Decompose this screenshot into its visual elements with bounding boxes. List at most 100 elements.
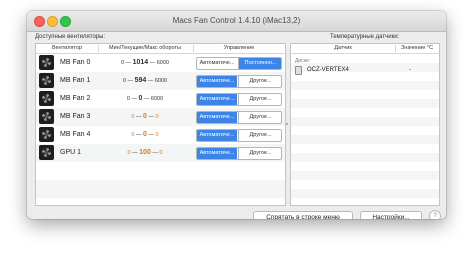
fan-min-speed: 0 bbox=[131, 114, 135, 120]
column-speed[interactable]: Мин/Текущие/Макс обороты bbox=[98, 45, 192, 51]
custom-mode-button[interactable]: Другое... bbox=[238, 130, 281, 141]
fan-control-segmented: Автоматиче... Другое... bbox=[196, 111, 282, 124]
fan-max-speed: 0 bbox=[159, 150, 163, 156]
fan-row[interactable]: MB Fan 20 — 0 — 6000 Автоматиче... Другое.… bbox=[36, 90, 285, 108]
fan-max-speed: 6000 bbox=[150, 96, 164, 102]
fan-icon bbox=[39, 73, 54, 88]
sensor-stripe bbox=[291, 144, 439, 153]
settings-button[interactable]: Настройки... bbox=[360, 211, 422, 219]
custom-mode-button[interactable]: Постоянно... bbox=[238, 58, 281, 69]
fan-control-segmented: Автоматиче... Постоянно... bbox=[196, 57, 282, 70]
fan-current-speed: 0 bbox=[143, 131, 147, 138]
column-control[interactable]: Управление bbox=[193, 45, 285, 51]
sensor-stripe bbox=[291, 171, 439, 180]
help-button[interactable]: ? bbox=[429, 210, 441, 219]
empty-row bbox=[36, 162, 285, 180]
empty-row bbox=[36, 198, 285, 216]
fan-min-speed: 0 bbox=[131, 132, 135, 138]
sensor-stripe bbox=[291, 135, 439, 144]
column-sensor[interactable]: Датчик bbox=[291, 45, 395, 51]
fan-name: MB Fan 2 bbox=[60, 95, 91, 102]
sensor-stripe bbox=[291, 153, 439, 162]
sensors-section-label: Температурные датчики: bbox=[330, 34, 400, 40]
fan-current-speed: 0 bbox=[138, 95, 143, 102]
fan-max-speed: 0 bbox=[155, 132, 159, 138]
fans-table: Вентилятор Мин/Текущие/Макс обороты Упра… bbox=[35, 43, 286, 206]
fan-min-speed: 0 bbox=[126, 96, 130, 102]
auto-mode-button[interactable]: Автоматиче... bbox=[197, 94, 237, 105]
empty-row bbox=[36, 180, 285, 198]
fan-control-segmented: Автоматиче... Другое... bbox=[196, 93, 282, 106]
column-fan[interactable]: Вентилятор bbox=[36, 45, 98, 51]
sensors-table-header: Датчик Значение °C bbox=[291, 44, 439, 54]
sensor-stripe bbox=[291, 117, 439, 126]
custom-mode-button[interactable]: Другое... bbox=[238, 112, 281, 123]
fan-row[interactable]: MB Fan 1 0 — 594 — 6000 Автоматиче... Друго… bbox=[36, 72, 285, 90]
fan-min-speed: 0 bbox=[120, 60, 125, 66]
auto-mode-button[interactable]: Автоматиче... bbox=[197, 112, 237, 123]
fan-current-speed: 0 bbox=[143, 113, 147, 120]
fan-max-speed: 0 bbox=[155, 114, 159, 120]
window-title: Macs Fan Control 1.4.10 (iMac13,2) bbox=[172, 16, 301, 25]
custom-mode-button[interactable]: Другое... bbox=[238, 94, 281, 105]
sensor-stripe bbox=[291, 99, 439, 108]
split-view-handle[interactable] bbox=[286, 123, 288, 125]
fan-current-speed: 594 bbox=[134, 77, 147, 84]
auto-mode-button[interactable]: Автоматиче... bbox=[197, 76, 237, 87]
sensor-stripe bbox=[291, 108, 439, 117]
fan-icon bbox=[39, 91, 54, 106]
fan-name: MB Fan 0 bbox=[60, 59, 91, 66]
fan-icon bbox=[39, 127, 54, 142]
auto-mode-button[interactable]: Автоматиче... bbox=[197, 58, 237, 69]
fan-speed: 0 — 0 — 6000 bbox=[126, 95, 164, 102]
fan-name: MB Fan 1 bbox=[60, 77, 91, 84]
fan-control-segmented: Автоматиче... Другое... bbox=[196, 75, 282, 88]
fan-name: MB Fan 3 bbox=[60, 113, 91, 120]
auto-mode-button[interactable]: Автоматиче... bbox=[197, 148, 237, 159]
fan-max-speed: 6000 bbox=[154, 78, 168, 84]
fan-icon bbox=[39, 145, 54, 160]
fan-min-speed: 0 bbox=[127, 150, 131, 156]
fan-min-speed: 0 bbox=[122, 78, 126, 84]
fan-row[interactable]: MB Fan 0 0 — 1014 — 6000 Автоматиче... Пост… bbox=[36, 54, 285, 72]
fan-icon bbox=[39, 55, 54, 70]
sensor-name: OCZ-VERTEX4 bbox=[307, 67, 349, 73]
fan-current-speed: 100 bbox=[139, 149, 151, 156]
custom-mode-button[interactable]: Другое... bbox=[238, 76, 281, 87]
sensor-stripe bbox=[291, 81, 439, 90]
fan-row[interactable]: MB Fan 4 0 — 0 — 0 Автоматиче... Другое... bbox=[36, 126, 285, 144]
sensor-stripe bbox=[291, 180, 439, 189]
fans-table-header: Вентилятор Мин/Текущие/Макс обороты Упра… bbox=[36, 44, 285, 54]
sensor-value: - bbox=[409, 67, 411, 73]
titlebar: Macs Fan Control 1.4.10 (iMac13,2) bbox=[27, 11, 446, 32]
fan-icon bbox=[39, 109, 54, 124]
sensor-stripe bbox=[291, 54, 439, 63]
sensor-stripe bbox=[291, 126, 439, 135]
fan-row[interactable]: MB Fan 3 0 — 0 — 0 Автоматиче... Другое... bbox=[36, 108, 285, 126]
fan-name: MB Fan 4 bbox=[60, 131, 91, 138]
sensor-stripe bbox=[291, 162, 439, 171]
sensor-stripe bbox=[291, 198, 439, 207]
column-value[interactable]: Значение °C bbox=[395, 45, 439, 51]
sensors-table: Датчик Значение °C Диски: OCZ-VERTEX4 - bbox=[290, 43, 440, 206]
auto-mode-button[interactable]: Автоматиче... bbox=[197, 130, 237, 141]
fan-speed: 0 — 0 — 0 bbox=[131, 113, 159, 120]
custom-mode-button[interactable]: Другое... bbox=[238, 148, 281, 159]
hdd-icon bbox=[295, 66, 302, 75]
fan-name: GPU 1 bbox=[60, 149, 82, 156]
fans-section-label: Доступные вентиляторы: bbox=[35, 34, 106, 40]
fan-speed: 0 — 1014 — 6000 bbox=[120, 59, 169, 66]
hide-in-menu-bar-button[interactable]: Спрятать в строке меню bbox=[253, 211, 353, 219]
fan-control-segmented: Автоматиче... Другое... bbox=[196, 147, 282, 160]
fan-max-speed: 6000 bbox=[156, 60, 169, 66]
fan-current-speed: 1014 bbox=[132, 59, 149, 66]
fan-speed: 0 — 100 — 0 bbox=[127, 149, 163, 156]
sensor-stripe bbox=[291, 189, 439, 198]
fan-row[interactable]: GPU 10 — 100 — 0 Автоматиче... Другое... bbox=[36, 144, 285, 162]
fan-control-segmented: Автоматиче... Другое... bbox=[196, 129, 282, 142]
app-window: Macs Fan Control 1.4.10 (iMac13,2) Досту… bbox=[27, 11, 446, 219]
fan-speed: 0 — 0 — 0 bbox=[131, 131, 159, 138]
fan-speed: 0 — 594 — 6000 bbox=[122, 77, 168, 84]
sensor-row[interactable]: OCZ-VERTEX4 - bbox=[291, 64, 439, 76]
sensor-stripe bbox=[291, 90, 439, 99]
